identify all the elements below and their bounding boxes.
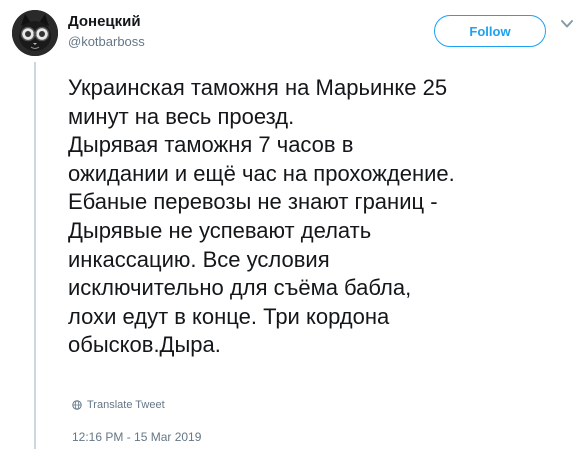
tweet-text-line: инкассацию. Все условия <box>68 246 330 272</box>
chevron-down-icon[interactable] <box>559 18 575 30</box>
translate-tweet-link[interactable]: Translate Tweet <box>72 399 165 411</box>
tweet-text-line: минут на весь проезд. <box>68 103 295 129</box>
tweet-text-line: Ебаные перевозы не знают границ - <box>68 189 438 215</box>
thread-line <box>34 62 36 449</box>
tweet-text-line: Украинская таможня на Марьинке 25 <box>68 75 448 100</box>
tweet-text-line: ожидании и ещё час на прохождение. <box>68 160 455 186</box>
globe-icon <box>72 400 82 410</box>
translate-label: Translate Tweet <box>87 399 165 411</box>
author-block[interactable]: Донецкий @kotbarboss <box>68 12 145 50</box>
tweet-timestamp[interactable]: 12:16 PM - 15 Mar 2019 <box>72 430 201 444</box>
tweet-text-line: Дырявая таможня 7 часов в <box>68 132 354 158</box>
display-name[interactable]: Донецкий <box>68 12 145 31</box>
tweet-text: Украинская таможня на Марьинке 25 минут … <box>68 74 573 360</box>
tweet-text-line: лохи едут в конце. Три кордона <box>68 303 390 329</box>
username[interactable]: @kotbarboss <box>68 33 145 50</box>
follow-button[interactable]: Follow <box>434 15 546 47</box>
cat-avatar-icon <box>12 10 58 56</box>
tweet-text-line: исключительно для съёма бабла, <box>68 275 412 301</box>
tweet-text-line: обысков.Дыра. <box>68 332 221 358</box>
tweet-text-line: Дырявые не успевают делать <box>68 217 372 243</box>
avatar[interactable] <box>12 10 58 56</box>
